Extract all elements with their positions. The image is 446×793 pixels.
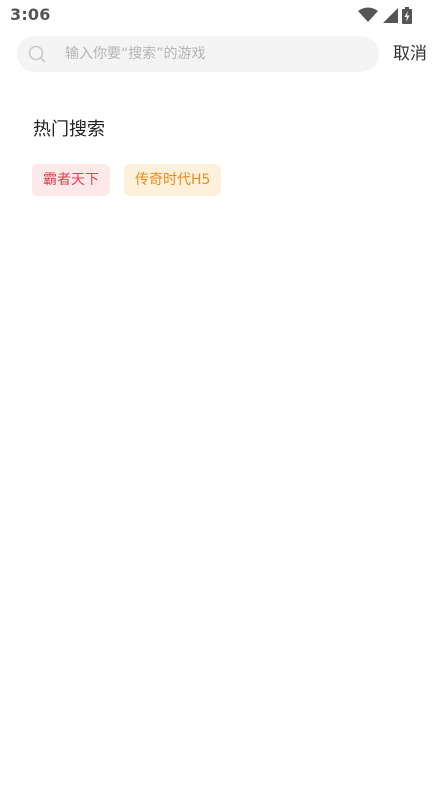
- search-box[interactable]: [17, 36, 379, 72]
- hot-search-title: 热门搜索: [33, 119, 105, 140]
- status-icons: [358, 6, 412, 24]
- cancel-button[interactable]: 取消: [393, 36, 427, 72]
- hot-search-tags: 霸者天下 传奇时代H5: [32, 164, 222, 196]
- battery-icon: [402, 6, 412, 24]
- search-bar: 取消: [17, 36, 437, 72]
- hot-search-tag-0[interactable]: 霸者天下: [32, 164, 110, 196]
- search-icon: [28, 45, 46, 63]
- signal-icon: [383, 8, 398, 23]
- hot-search-tag-1[interactable]: 传奇时代H5: [124, 164, 222, 196]
- search-input[interactable]: [65, 36, 365, 72]
- wifi-icon: [358, 7, 378, 22]
- status-time: 3:06: [10, 5, 51, 24]
- status-bar: 3:06: [0, 0, 446, 30]
